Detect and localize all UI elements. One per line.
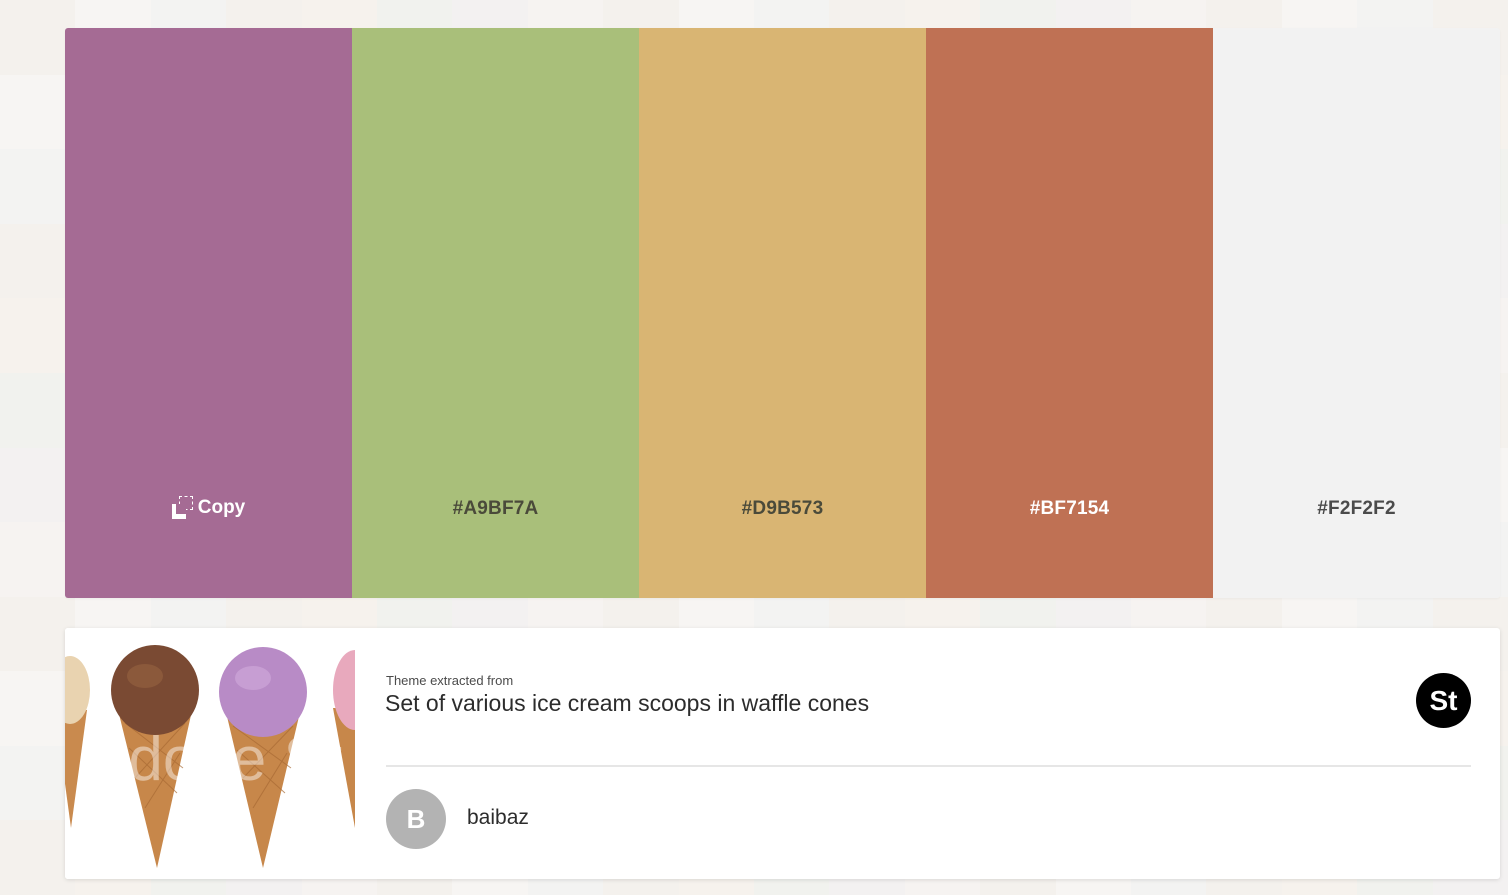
- copy-label: Copy: [197, 497, 246, 518]
- swatch-hex-label[interactable]: #F2F2F2: [1213, 498, 1500, 520]
- source-card: Adobe St Theme extracted from Set of var…: [65, 628, 1500, 879]
- svg-text:Adobe St: Adobe St: [87, 725, 342, 794]
- swatch-hex-label[interactable]: #D9B573: [639, 498, 926, 520]
- color-palette: Copy #A9BF7A #D9B573 #BF7154 #F2F2F2: [65, 28, 1500, 598]
- swatch-hex-label[interactable]: #BF7154: [926, 498, 1213, 520]
- swatch-3[interactable]: #D9B573: [639, 28, 926, 598]
- author-name-link[interactable]: baibaz: [467, 806, 529, 830]
- adobe-stock-icon[interactable]: St: [1416, 673, 1471, 728]
- copy-button[interactable]: Copy: [65, 496, 352, 520]
- theme-extracted-label: Theme extracted from: [386, 673, 514, 688]
- source-image-thumbnail[interactable]: Adobe St: [65, 628, 355, 879]
- swatch-4[interactable]: #BF7154: [926, 28, 1213, 598]
- swatch-2[interactable]: #A9BF7A: [352, 28, 639, 598]
- divider: [386, 765, 1471, 767]
- swatch-5[interactable]: #F2F2F2: [1213, 28, 1500, 598]
- source-title-link[interactable]: Set of various ice cream scoops in waffl…: [385, 690, 869, 717]
- copy-icon: [171, 496, 194, 520]
- swatch-hex-label[interactable]: #A9BF7A: [352, 498, 639, 520]
- avatar[interactable]: B: [386, 789, 446, 849]
- swatch-1[interactable]: Copy: [65, 28, 352, 598]
- ice-cream-cones-image: Adobe St: [65, 628, 355, 879]
